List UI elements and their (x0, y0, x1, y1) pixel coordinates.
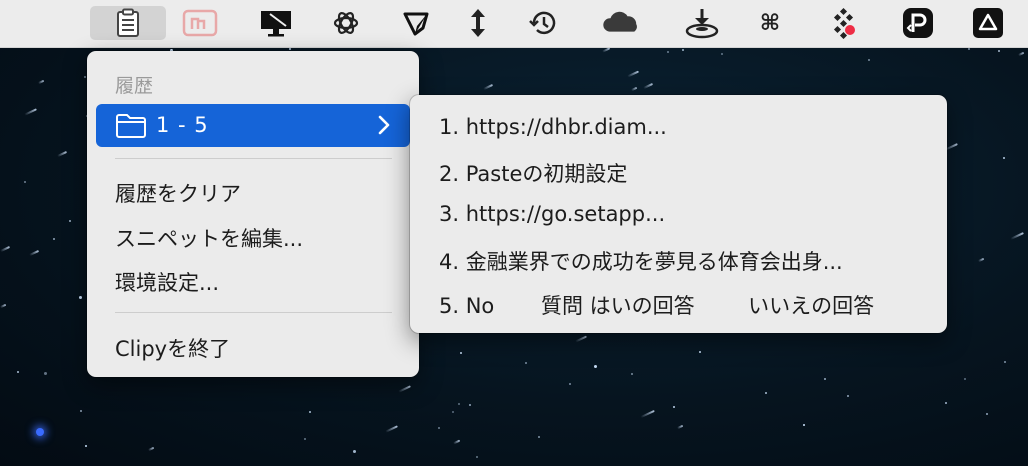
wallpaper-star (69, 220, 71, 222)
wallpaper-star (469, 404, 471, 406)
wallpaper-star (84, 76, 86, 78)
wallpaper-star (0, 245, 10, 252)
wallpaper-star (476, 456, 478, 458)
history-entry[interactable]: 5. No 質問 はいの回答 いいえの回答 (439, 290, 874, 320)
wallpaper-star (640, 409, 655, 418)
wallpaper-star (1010, 232, 1024, 240)
wallpaper-star (721, 53, 723, 55)
wallpaper-star (594, 365, 597, 368)
history-folder-label: 1 - 5 (156, 113, 209, 137)
edit-snippets-item[interactable]: スニペットを編集... (115, 223, 303, 253)
wallpaper-star (569, 383, 571, 385)
wallpaper-star (998, 50, 1000, 52)
command-icon[interactable]: ⌘ (750, 6, 790, 40)
download-disk-icon[interactable] (682, 6, 722, 40)
menu-separator (115, 158, 392, 159)
wallpaper-star (17, 371, 19, 373)
wallpaper-star (80, 410, 82, 412)
folder-icon (115, 113, 147, 143)
wallpaper-star (964, 378, 966, 380)
wallpaper-star (147, 446, 155, 451)
wallpaper-star (538, 436, 540, 438)
wallpaper-star (44, 372, 47, 375)
clipy-menu: 履歴 1 - 5 履歴をクリア スニペットを編集... 環境設定... Clip… (87, 51, 419, 377)
wallpaper-star (57, 150, 67, 157)
history-entry[interactable]: 1. https://dhbr.diam... (439, 115, 667, 139)
wallpaper-star (673, 406, 675, 408)
menu-separator (115, 312, 392, 313)
wallpaper-star (525, 362, 527, 364)
wallpaper-star (676, 424, 684, 429)
wallpaper-star (24, 108, 37, 116)
drive-triangle-icon[interactable] (968, 6, 1008, 40)
wallpaper-star (765, 392, 767, 394)
wallpaper-star (458, 403, 460, 405)
wallpaper-star (667, 51, 669, 53)
wallpaper-star (460, 352, 462, 354)
pdf-expert-icon[interactable] (180, 6, 220, 40)
wallpaper-star (29, 249, 39, 256)
wallpaper-star (36, 428, 44, 436)
history-entry[interactable]: 2. Pasteの初期設定 (439, 158, 627, 188)
wallpaper-star (79, 296, 82, 299)
wallpaper-star (289, 48, 291, 50)
wallpaper-star (483, 83, 493, 90)
wallpaper-star (627, 70, 639, 77)
clipboard-icon[interactable] (90, 6, 166, 40)
wallpaper-star (630, 86, 638, 91)
wallpaper-star (398, 385, 411, 393)
wallpaper-star (945, 402, 947, 404)
wallpaper-star (452, 411, 454, 413)
wallpaper-star (438, 427, 440, 429)
pasteboard-p-icon[interactable] (898, 6, 938, 40)
wallpaper-star (309, 411, 311, 413)
wallpaper-star (631, 373, 633, 375)
dots-grid-icon[interactable] (824, 6, 864, 40)
wallpaper-star (353, 450, 356, 453)
wallpaper-star (1017, 51, 1025, 56)
macbook-icon[interactable] (256, 6, 296, 40)
wallpaper-star (453, 439, 460, 444)
chatgpt-icon[interactable] (326, 6, 366, 40)
wallpaper-star (575, 335, 587, 342)
history-folder-1-5[interactable]: 1 - 5 (96, 104, 410, 147)
wallpaper-star (24, 181, 26, 183)
wallpaper-star (847, 395, 849, 397)
flag-icon[interactable] (396, 6, 436, 40)
wallpaper-star (1004, 361, 1006, 363)
wallpaper-star (824, 378, 826, 380)
wallpaper-star (968, 48, 970, 50)
wallpaper-star (699, 351, 701, 353)
quit-clipy-item[interactable]: Clipyを終了 (115, 333, 230, 363)
onedrive-cloud-icon[interactable] (600, 6, 640, 40)
chevron-right-icon (378, 115, 390, 139)
history-header: 履歴 (115, 75, 154, 97)
wallpaper-star (602, 47, 610, 53)
wallpaper-star (643, 82, 653, 89)
wallpaper-star (37, 79, 45, 84)
wallpaper-star (53, 238, 55, 240)
wallpaper-star (0, 303, 7, 308)
wallpaper-star (682, 49, 684, 51)
clear-history-item[interactable]: 履歴をクリア (115, 178, 241, 208)
preferences-item[interactable]: 環境設定... (115, 267, 219, 297)
wallpaper-star (977, 257, 985, 262)
wallpaper-star (986, 413, 988, 415)
history-submenu: 1. https://dhbr.diam... 2. Pasteの初期設定 3.… (410, 95, 947, 333)
history-clock-icon[interactable] (524, 6, 564, 40)
history-entry[interactable]: 3. https://go.setapp... (439, 202, 665, 226)
wallpaper-star (868, 59, 870, 61)
updown-arrow-icon[interactable] (458, 6, 498, 40)
wallpaper-star (304, 438, 306, 440)
wallpaper-star (803, 424, 805, 426)
history-entry[interactable]: 4. 金融業界での成功を夢見る体育会出身... (439, 246, 843, 276)
wallpaper-star (385, 425, 398, 433)
command-glyph: ⌘ (759, 10, 781, 36)
wallpaper-star (1003, 157, 1005, 159)
wallpaper-star (85, 445, 87, 447)
menu-bar: ⌘ (0, 0, 1028, 48)
